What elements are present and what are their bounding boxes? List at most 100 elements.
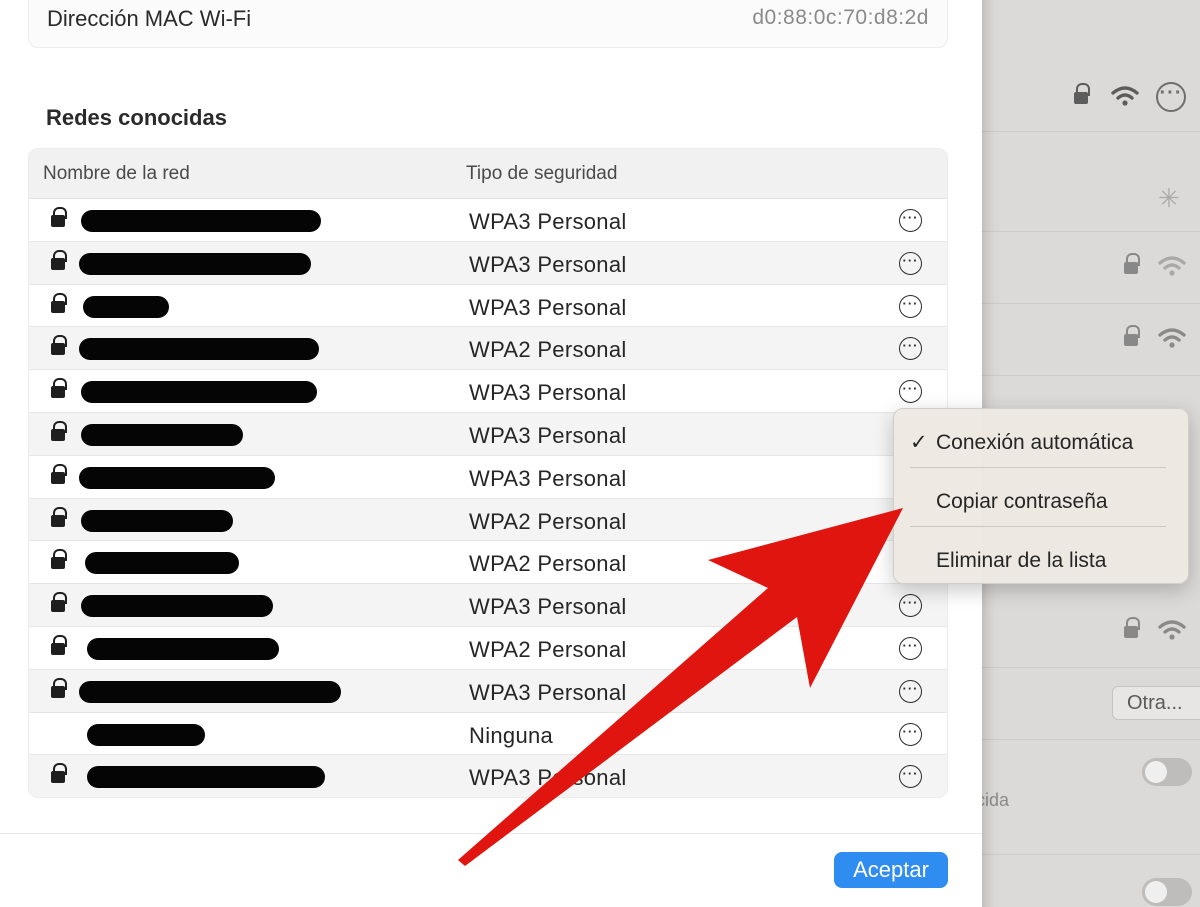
table-row[interactable]: WPA2 Personal	[29, 541, 947, 585]
more-icon[interactable]: ···	[899, 251, 922, 275]
bg-lock-icon	[1124, 253, 1140, 274]
lock-icon	[51, 207, 67, 227]
more-icon[interactable]: ···	[899, 337, 922, 361]
bg-wifi-icon	[1158, 620, 1186, 640]
table-row[interactable]: WPA3 Personal ···	[29, 669, 947, 713]
more-icon[interactable]: ···	[899, 765, 922, 789]
more-icon[interactable]: ···	[899, 679, 922, 703]
table-row[interactable]: WPA3 Personal	[29, 455, 947, 499]
security-type: WPA2 Personal	[469, 508, 627, 534]
column-header-name[interactable]: Nombre de la red	[43, 163, 190, 185]
network-name-redacted	[79, 338, 319, 361]
network-name-redacted	[79, 252, 311, 275]
lock-icon	[51, 249, 67, 270]
other-network-button[interactable]: Otra...	[1112, 686, 1200, 720]
menu-item-label: Conexión automática	[936, 431, 1134, 454]
lock-icon	[51, 378, 67, 399]
security-type: WPA3 Personal	[469, 422, 627, 448]
security-type: WPA3 Personal	[469, 679, 627, 705]
lock-icon	[51, 549, 67, 570]
bg-lock-icon	[1074, 83, 1090, 104]
menu-item-label: Copiar contraseña	[936, 490, 1108, 513]
bg-lock-icon	[1124, 325, 1140, 346]
bg-wifi-icon	[1111, 86, 1139, 106]
column-header-security[interactable]: Tipo de seguridad	[466, 163, 617, 185]
network-name-redacted	[81, 595, 273, 618]
security-type: WPA3 Personal	[469, 251, 627, 277]
table-row[interactable]: WPA3 Personal	[29, 412, 947, 456]
lock-icon	[51, 634, 67, 655]
more-icon[interactable]: ···	[899, 209, 922, 232]
more-icon[interactable]: ···	[899, 722, 922, 746]
more-icon[interactable]: ···	[899, 636, 922, 660]
lock-icon	[51, 677, 67, 698]
security-type: WPA3 Personal	[469, 594, 627, 620]
mac-address-row: Dirección MAC Wi-Fi d0:88:0c:70:d8:2d	[28, 0, 948, 48]
security-type: WPA3 Personal	[469, 209, 627, 234]
lock-icon	[51, 420, 67, 441]
network-name-redacted	[81, 210, 321, 232]
table-row[interactable]: WPA3 Personal ···	[29, 241, 947, 285]
mac-address-label: Dirección MAC Wi-Fi	[47, 6, 252, 31]
network-name-redacted	[87, 637, 279, 660]
security-type: WPA2 Personal	[469, 337, 627, 363]
lock-icon	[51, 292, 67, 313]
footer-divider	[0, 833, 982, 834]
menu-separator	[910, 467, 1166, 468]
security-type: WPA2 Personal	[469, 636, 627, 662]
table-header: Nombre de la red Tipo de seguridad	[29, 149, 947, 199]
network-name-redacted	[87, 723, 205, 746]
table-row[interactable]: WPA3 Personal ···	[29, 199, 947, 242]
network-context-menu: ✓ Conexión automática Copiar contraseña …	[893, 408, 1189, 584]
menu-separator	[910, 526, 1166, 527]
table-row[interactable]: Ninguna ···	[29, 712, 947, 756]
bg-lock-icon	[1124, 617, 1140, 638]
spinner-icon: ✳	[1158, 183, 1180, 213]
bg-more-icon[interactable]: ···	[1156, 82, 1186, 112]
known-networks-sheet: Dirección MAC Wi-Fi d0:88:0c:70:d8:2d Re…	[0, 0, 982, 907]
table-row[interactable]: WPA3 Personal ···	[29, 584, 947, 627]
bg-wifi-icon	[1158, 328, 1186, 348]
bg-network-row	[950, 132, 1200, 232]
security-type: WPA3 Personal	[469, 380, 627, 406]
bg-toggle-switch[interactable]	[1142, 758, 1192, 786]
lock-icon	[51, 335, 67, 356]
section-title: Redes conocidas	[46, 105, 227, 130]
menu-item-auto-join[interactable]: ✓ Conexión automática	[894, 421, 1188, 461]
network-name-redacted	[81, 509, 233, 532]
network-name-redacted	[79, 680, 341, 703]
bg-toggle-switch[interactable]	[1142, 878, 1192, 906]
security-type: WPA3 Personal	[469, 765, 627, 791]
security-type: WPA2 Personal	[469, 551, 627, 577]
menu-item-remove-from-list[interactable]: Eliminar de la lista	[894, 539, 1188, 579]
table-body: WPA3 Personal ··· WPA3 Personal ··· WPA3 Per…	[29, 199, 947, 797]
menu-item-copy-password[interactable]: Copiar contraseña	[894, 480, 1188, 520]
table-row[interactable]: WPA3 Personal ···	[29, 755, 947, 797]
table-row[interactable]: WPA2 Personal ···	[29, 327, 947, 371]
network-name-redacted	[85, 552, 239, 575]
network-name-redacted	[87, 766, 325, 789]
table-row[interactable]: WPA3 Personal ···	[29, 370, 947, 413]
menu-item-label: Eliminar de la lista	[936, 549, 1107, 572]
network-name-redacted	[79, 466, 275, 489]
known-networks-table: Nombre de la red Tipo de seguridad WPA3 …	[28, 148, 948, 798]
checkmark-icon: ✓	[910, 431, 928, 454]
security-type: WPA3 Personal	[469, 294, 627, 320]
table-row[interactable]: WPA2 Personal ···	[29, 626, 947, 670]
more-icon[interactable]: ···	[899, 294, 922, 318]
lock-icon	[51, 506, 67, 527]
lock-icon	[51, 463, 67, 484]
more-icon[interactable]: ···	[899, 380, 922, 404]
security-type: Ninguna	[469, 722, 554, 748]
table-row[interactable]: WPA2 Personal	[29, 498, 947, 542]
network-name-redacted	[81, 381, 317, 404]
table-row[interactable]: WPA3 Personal ···	[29, 284, 947, 328]
accept-button[interactable]: Aceptar	[834, 852, 948, 888]
lock-icon	[51, 592, 67, 613]
security-type: WPA3 Personal	[469, 465, 627, 491]
more-icon[interactable]: ···	[899, 594, 922, 618]
network-name-redacted	[81, 423, 243, 446]
bg-wifi-icon	[1158, 256, 1186, 276]
lock-icon	[51, 763, 67, 784]
mac-address-value: d0:88:0c:70:d8:2d	[752, 6, 929, 29]
